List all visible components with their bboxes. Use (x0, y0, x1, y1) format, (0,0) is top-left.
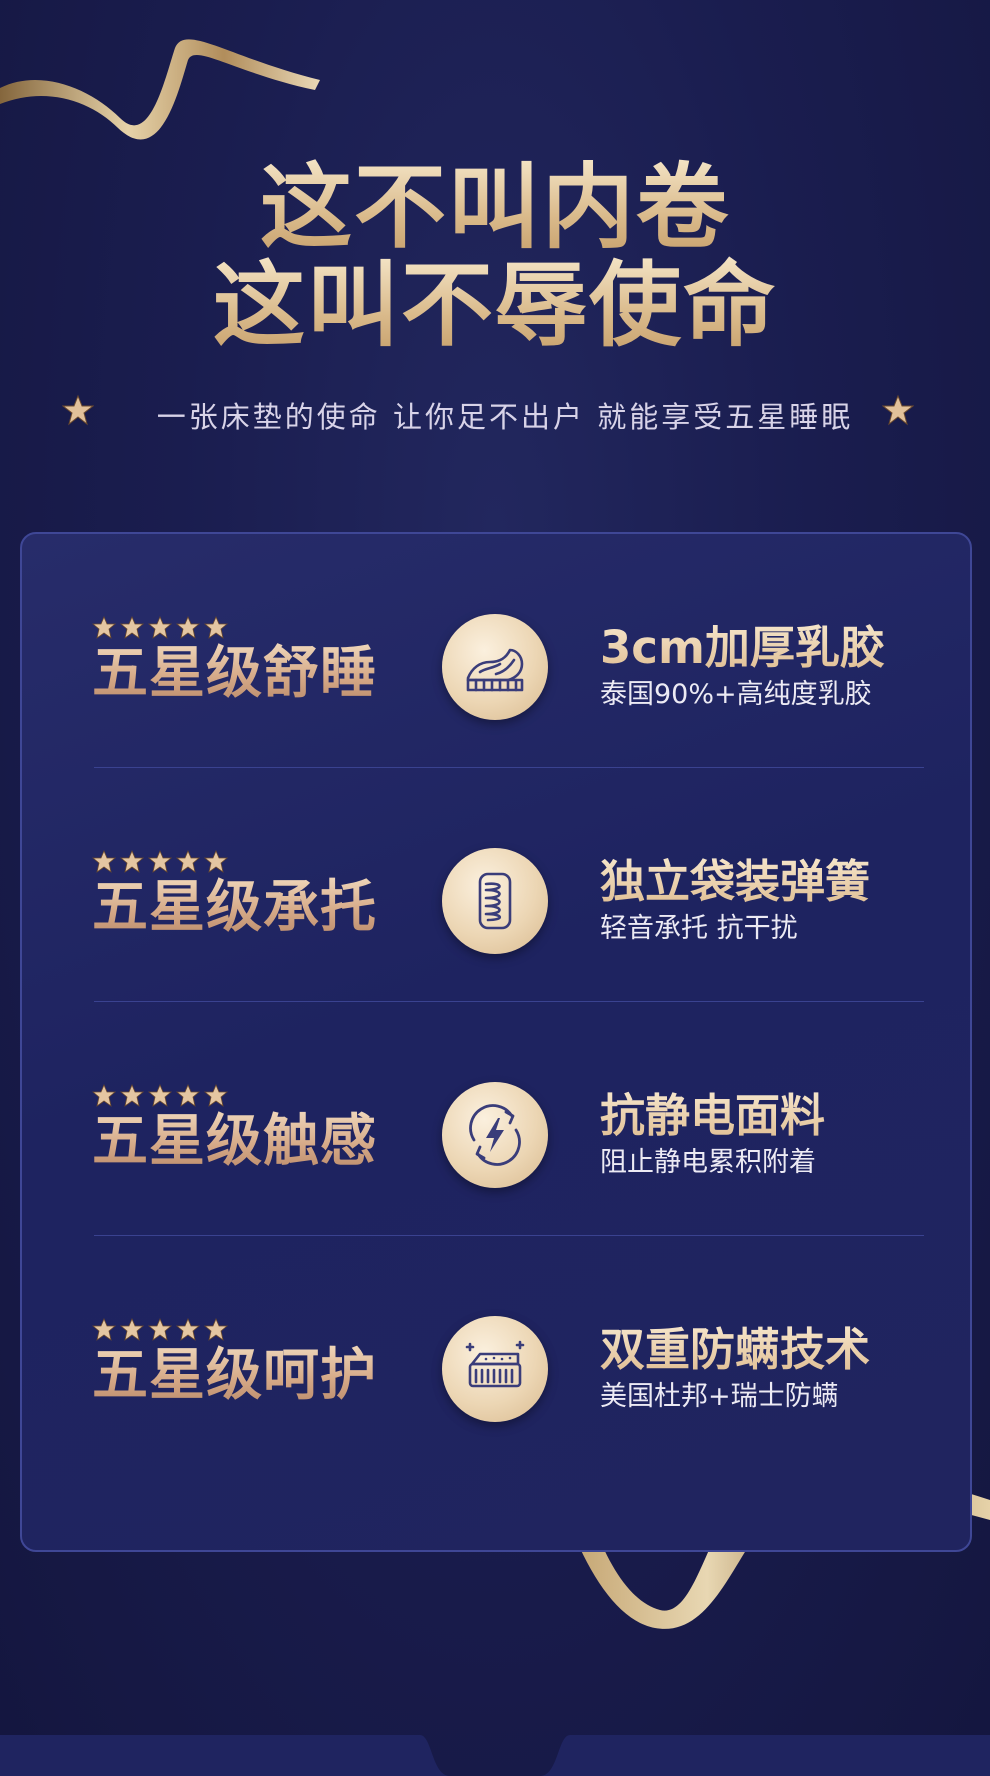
five-star-rating (92, 1318, 229, 1341)
tagline-row: 一张床垫的使命 让你足不出户 就能享受五星睡眠 (60, 388, 930, 438)
icon-badge (442, 848, 548, 954)
five-star-rating (92, 616, 229, 639)
feature-subtitle: 美国杜邦+瑞士防螨 (600, 1381, 839, 1412)
feature-row: 五星级承托 独立袋装弹簧 轻音承托 抗干扰 (22, 768, 970, 1002)
feature-subtitle: 阻止静电累积附着 (600, 1147, 816, 1178)
feature-title: 独立袋装弹簧 (600, 855, 871, 908)
antistatic-icon (469, 1104, 521, 1166)
tagline: 一张床垫的使命 让你足不出户 就能享受五星睡眠 (156, 400, 854, 434)
pocket-spring-icon (478, 872, 512, 930)
headline-line-2: 这叫不辱使命 (0, 256, 990, 356)
icon-badge (442, 614, 548, 720)
row-title: 五星级触感 (92, 1109, 377, 1174)
gold-ribbon-decoration (0, 39, 320, 140)
bottom-section-edge (0, 1735, 990, 1776)
feature-title: 3cm加厚乳胶 (600, 621, 885, 674)
row-title: 五星级呵护 (92, 1343, 377, 1408)
features-panel: 五星级舒睡 3cm加厚乳胶 泰国90%+高纯度乳胶 五星级承托 独立袋装弹簧 轻… (20, 532, 972, 1552)
anti-mite-mattress-icon (465, 1340, 525, 1388)
latex-foam-icon (466, 648, 524, 692)
feature-title: 双重防螨技术 (600, 1323, 871, 1376)
row-title: 五星级承托 (92, 875, 377, 940)
icon-badge (442, 1082, 548, 1188)
icon-badge (442, 1316, 548, 1422)
feature-row: 五星级呵护 双重防螨技术 美国杜邦+瑞士防螨 (22, 1236, 970, 1470)
feature-subtitle: 泰国90%+高纯度乳胶 (600, 679, 872, 710)
feature-row: 五星级触感 抗静电面料 阻止静电累积附着 (22, 1002, 970, 1236)
feature-title: 抗静电面料 (600, 1089, 826, 1142)
feature-row: 五星级舒睡 3cm加厚乳胶 泰国90%+高纯度乳胶 (22, 534, 970, 768)
star-icon (882, 394, 914, 426)
feature-subtitle: 轻音承托 抗干扰 (600, 913, 798, 944)
five-star-rating (92, 850, 229, 873)
row-title: 五星级舒睡 (92, 641, 377, 706)
headline-line-1: 这不叫内卷 (0, 158, 990, 258)
star-icon (62, 394, 94, 426)
five-star-rating (92, 1084, 229, 1107)
